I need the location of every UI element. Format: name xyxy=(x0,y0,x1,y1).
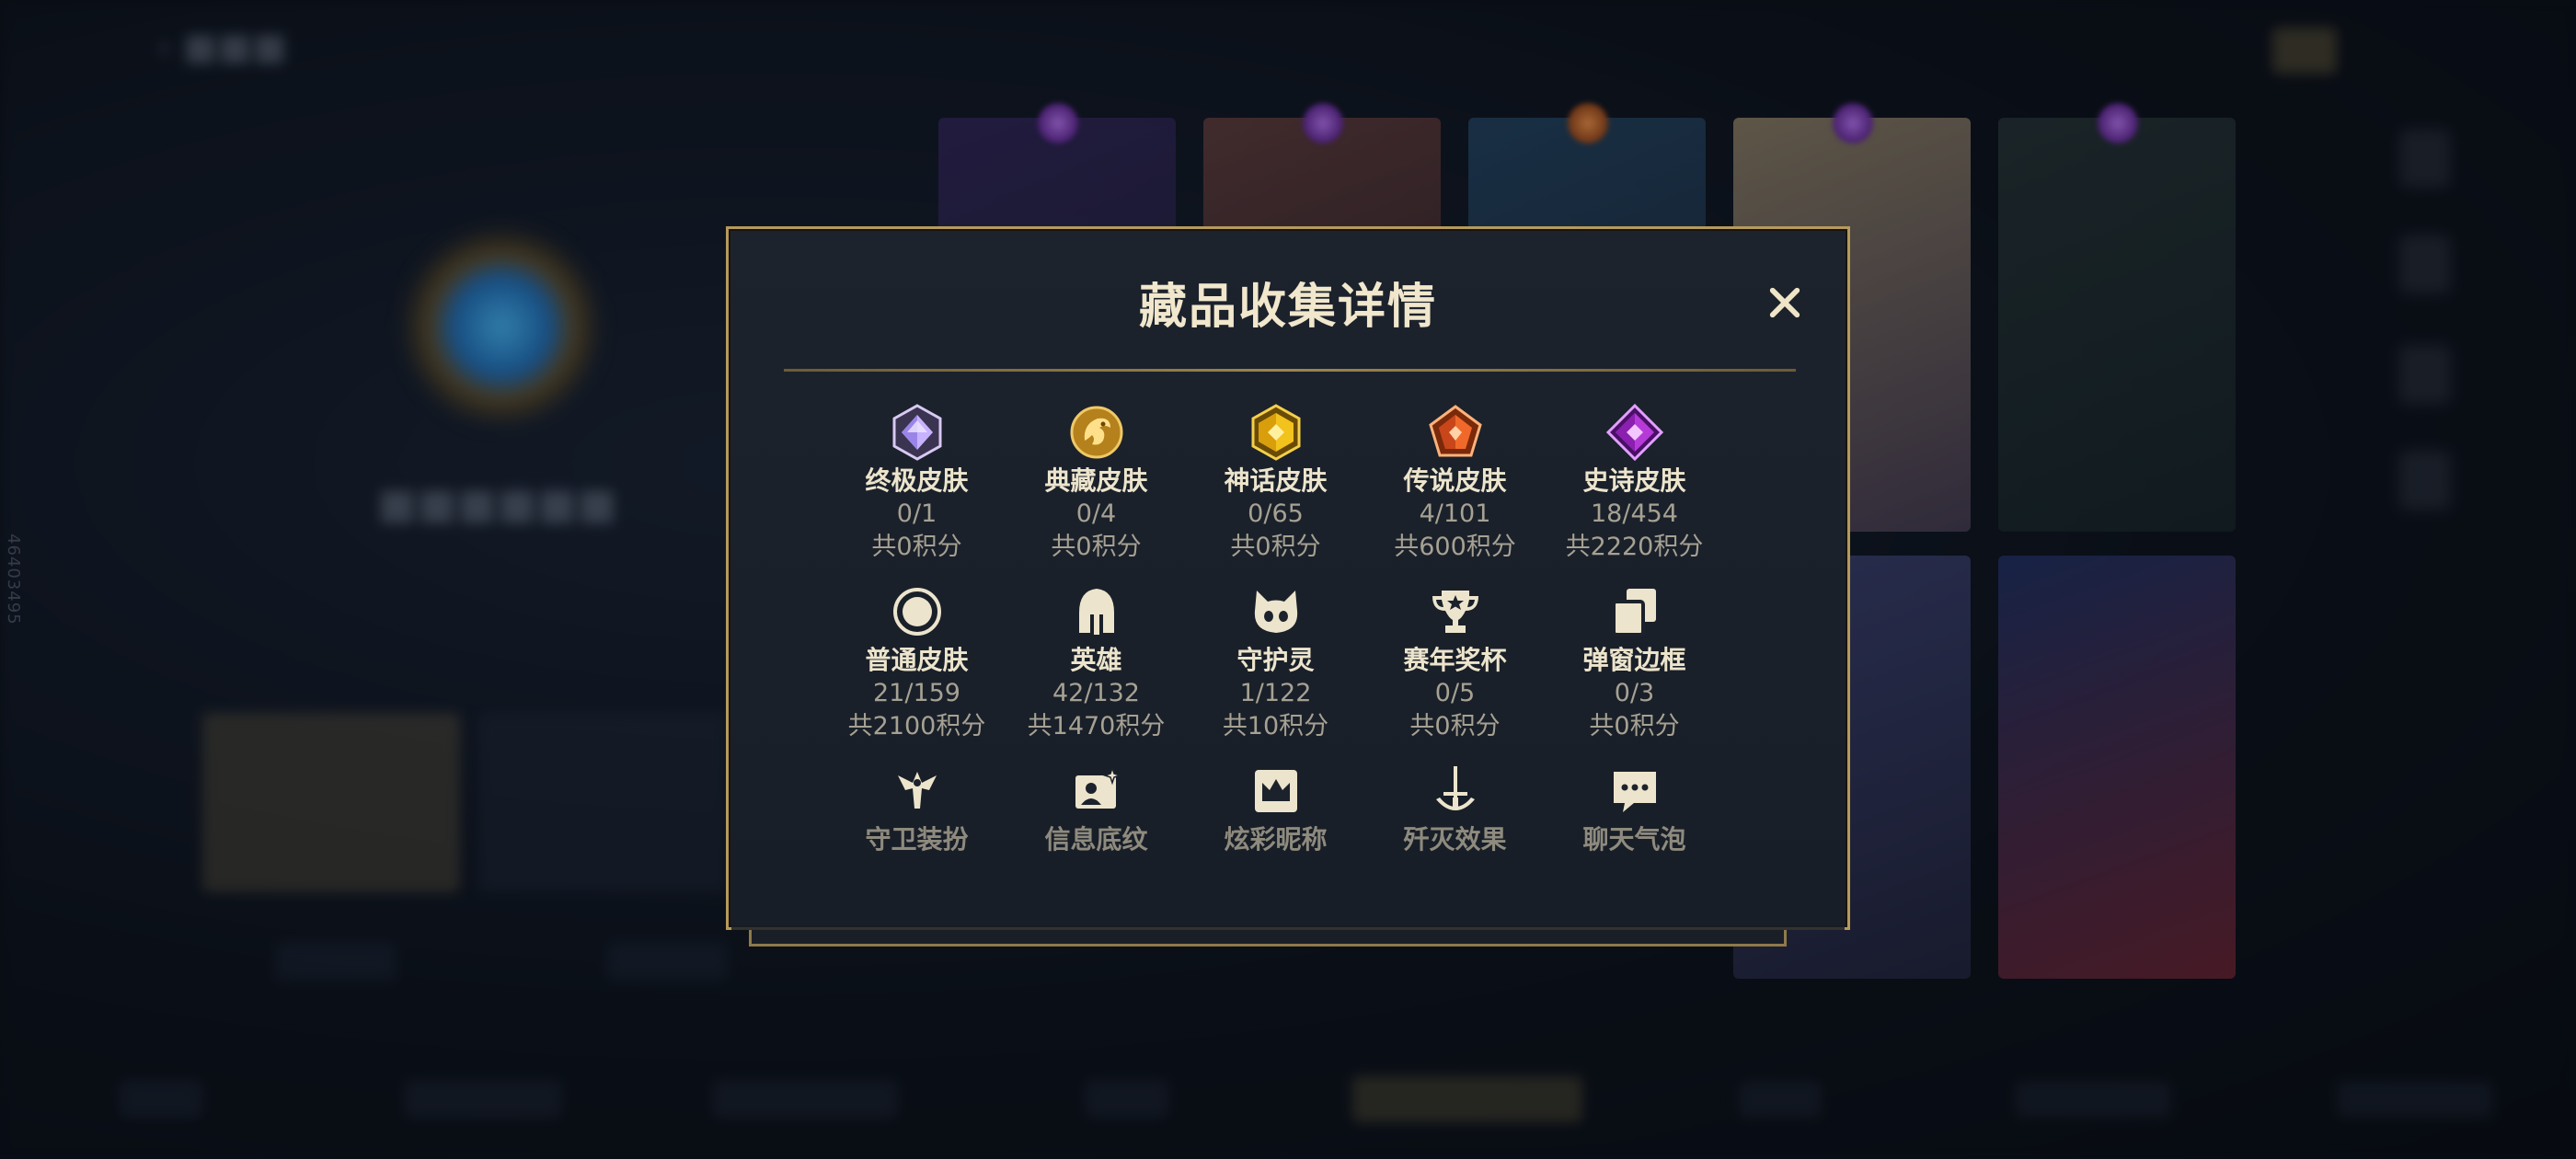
category-points: 共2100积分 xyxy=(847,712,986,740)
category-mythic-skin[interactable]: 神话皮肤 0/65 共0积分 xyxy=(1186,404,1365,583)
category-name: 聊天气泡 xyxy=(1582,824,1686,855)
crown-icon xyxy=(1248,763,1305,820)
category-kill-effect[interactable]: 歼灭效果 xyxy=(1365,763,1545,942)
ward-icon xyxy=(889,763,946,820)
category-count: 0/1 xyxy=(896,499,937,528)
legendary-gem-icon xyxy=(1427,404,1484,461)
category-guardian[interactable]: 守护灵 1/122 共10积分 xyxy=(1186,583,1365,763)
category-count: 0/5 xyxy=(1434,679,1476,707)
category-name: 终极皮肤 xyxy=(865,465,969,496)
category-name: 守卫装扮 xyxy=(865,824,969,855)
frames-icon xyxy=(1606,583,1663,640)
chat-bubble-icon xyxy=(1606,763,1663,820)
category-count: 1/122 xyxy=(1239,679,1312,707)
category-count: 0/4 xyxy=(1075,499,1117,528)
ultimate-gem-icon xyxy=(889,404,946,461)
mythic-gem-icon xyxy=(1248,404,1305,461)
category-name: 英雄 xyxy=(1070,645,1122,675)
category-popup-frame[interactable]: 弹窗边框 0/3 共0积分 xyxy=(1545,583,1724,763)
category-name: 史诗皮肤 xyxy=(1582,465,1686,496)
close-button[interactable] xyxy=(1757,275,1812,330)
category-name: 传说皮肤 xyxy=(1403,465,1507,496)
category-points: 共10积分 xyxy=(1222,712,1329,740)
category-points: 共0积分 xyxy=(1230,533,1321,561)
category-count: 4/101 xyxy=(1419,499,1491,528)
close-icon xyxy=(1769,287,1800,318)
circle-icon xyxy=(889,583,946,640)
category-name: 守护灵 xyxy=(1236,645,1315,675)
category-name: 神话皮肤 xyxy=(1224,465,1328,496)
category-count: 0/65 xyxy=(1248,499,1304,528)
category-points: 共0积分 xyxy=(1589,712,1680,740)
category-info-pattern[interactable]: 信息底纹 xyxy=(1006,763,1186,942)
collection-details-dialog: 藏品收集详情 终极皮肤 0/1 共0积分 典藏皮肤 0/4 共0积分 神话皮肤 … xyxy=(726,226,1850,930)
category-points: 共0积分 xyxy=(1051,533,1142,561)
dragon-emblem-icon xyxy=(1068,404,1125,461)
category-chat-bubble[interactable]: 聊天气泡 xyxy=(1545,763,1724,942)
category-legendary-skin[interactable]: 传说皮肤 4/101 共600积分 xyxy=(1365,404,1545,583)
category-name: 赛年奖杯 xyxy=(1403,645,1507,675)
category-season-trophy[interactable]: 赛年奖杯 0/5 共0积分 xyxy=(1365,583,1545,763)
category-name: 信息底纹 xyxy=(1044,824,1148,855)
category-points: 共2220积分 xyxy=(1565,533,1704,561)
trophy-icon xyxy=(1427,583,1484,640)
category-name: 歼灭效果 xyxy=(1403,824,1507,855)
category-collector-skin[interactable]: 典藏皮肤 0/4 共0积分 xyxy=(1006,404,1186,583)
category-count: 0/3 xyxy=(1614,679,1655,707)
category-name: 弹窗边框 xyxy=(1582,645,1686,675)
category-ward-skin[interactable]: 守卫装扮 xyxy=(827,763,1006,942)
category-epic-skin[interactable]: 史诗皮肤 18/454 共2220积分 xyxy=(1545,404,1724,583)
category-points: 共0积分 xyxy=(871,533,962,561)
card-sparkle-icon xyxy=(1068,763,1125,820)
category-count: 21/159 xyxy=(873,679,960,707)
category-name: 典藏皮肤 xyxy=(1044,465,1148,496)
category-colorful-nickname[interactable]: 炫彩昵称 xyxy=(1186,763,1365,942)
category-count: 18/454 xyxy=(1591,499,1678,528)
helmet-icon xyxy=(1068,583,1125,640)
category-count: 42/132 xyxy=(1052,679,1140,707)
category-points: 共1470积分 xyxy=(1027,712,1166,740)
category-name: 普通皮肤 xyxy=(865,645,969,675)
category-ultimate-skin[interactable]: 终极皮肤 0/1 共0积分 xyxy=(827,404,1006,583)
dialog-title: 藏品收集详情 xyxy=(1138,280,1437,335)
category-normal-skin[interactable]: 普通皮肤 21/159 共2100积分 xyxy=(827,583,1006,763)
category-points: 共600积分 xyxy=(1394,533,1516,561)
category-points: 共0积分 xyxy=(1409,712,1501,740)
sword-icon xyxy=(1427,763,1484,820)
guardian-face-icon xyxy=(1248,583,1305,640)
category-hero[interactable]: 英雄 42/132 共1470积分 xyxy=(1006,583,1186,763)
category-name: 炫彩昵称 xyxy=(1224,824,1328,855)
epic-gem-icon xyxy=(1605,404,1663,461)
title-divider xyxy=(784,369,1796,372)
collection-grid: 终极皮肤 0/1 共0积分 典藏皮肤 0/4 共0积分 神话皮肤 0/65 共0… xyxy=(827,404,1747,942)
